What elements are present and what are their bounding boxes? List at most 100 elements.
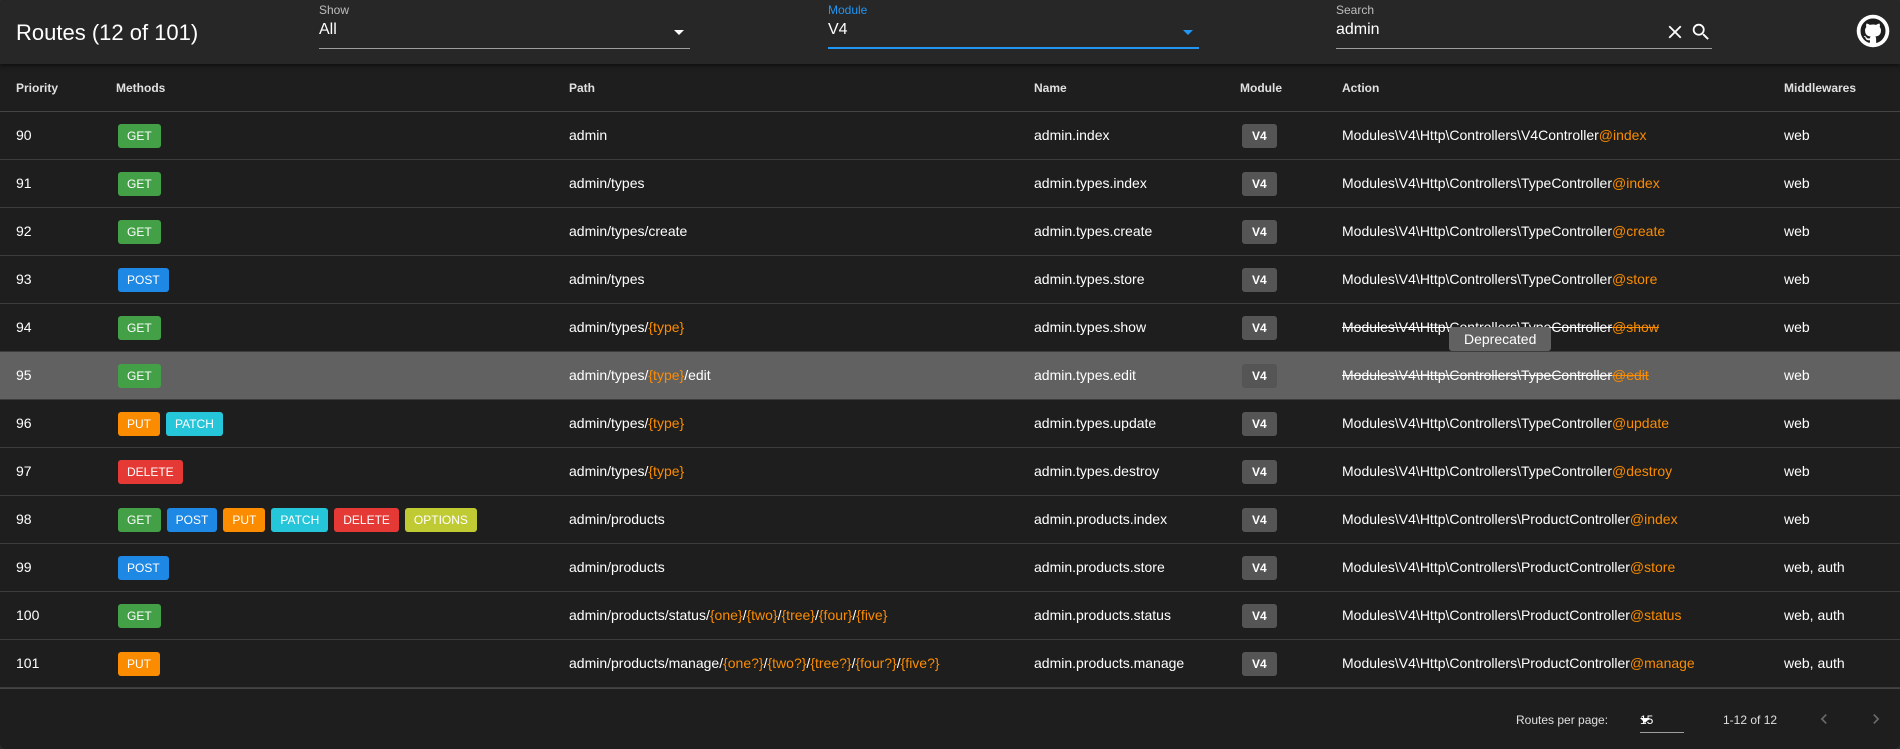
column-methods[interactable]: Methods [116,81,165,95]
priority-cell: 97 [16,463,32,479]
methods-cell: GET [118,364,161,388]
module-cell: V4 [1242,556,1277,580]
module-cell: V4 [1242,604,1277,628]
module-badge: V4 [1242,604,1277,628]
action-method: @create [1612,223,1666,239]
path-cell: admin/products/manage/{one?}/{two?}/{tre… [569,655,940,671]
table-row[interactable]: 95 GET admin/types/{type}/edit admin.types.… [0,352,1900,400]
middlewares-cell: web [1784,175,1810,191]
middlewares-cell: web [1784,223,1810,239]
table-row[interactable]: 91 GET admin/types admin.types.index V4 Modul… [0,160,1900,208]
table-row[interactable]: 90 GET admin admin.index V4 Modules\V4\Http\C… [0,112,1900,160]
name-cell: admin.products.manage [1034,655,1185,671]
table-row[interactable]: 92 GET admin/types/create admin.types.creat… [0,208,1900,256]
methods-cell: GET [118,604,161,628]
module-cell: V4 [1242,508,1277,532]
method-badge: PUT [118,652,160,676]
name-cell: admin.types.show [1034,319,1147,335]
module-badge: V4 [1242,364,1277,388]
rows-per-page-select[interactable]: 15 [1640,703,1684,733]
table-row[interactable]: 93 POST admin/types admin.types.store V4 Modu… [0,256,1900,304]
path-cell: admin/products [569,559,665,575]
pagination-footer: Routes per page: 15 1-12 of 12 [0,688,1900,749]
path-segment: admin/types/ [569,319,649,335]
column-module[interactable]: Module [1240,81,1282,95]
path-segment: admin/types [569,271,645,287]
path-cell: admin/types/{type} [569,463,684,479]
table-row[interactable]: 97 DELETE admin/types/{type} admin.types.de… [0,448,1900,496]
table-row[interactable]: 99 POST admin/products admin.products.store… [0,544,1900,592]
chevron-down-icon [1640,718,1650,723]
show-select-label: Show [319,3,350,17]
path-param: {five?} [900,655,940,671]
column-name[interactable]: Name [1034,81,1067,95]
path-cell: admin [569,127,607,143]
table-row[interactable]: 100 GET admin/products/status/{one}/{two}/… [0,592,1900,640]
chevron-left-icon[interactable] [1814,709,1834,729]
priority-cell: 98 [16,511,32,527]
method-badge: PATCH [271,508,329,532]
path-segment: admin/products/manage/ [569,655,724,671]
middlewares-cell: web, auth [1784,559,1845,575]
priority-cell: 96 [16,415,32,431]
module-badge: V4 [1242,316,1277,340]
action-method: @index [1598,127,1647,143]
method-badge: POST [118,268,169,292]
column-action[interactable]: Action [1342,81,1379,95]
action-controller: Modules\V4\Http\Controllers\ProductContr… [1342,511,1630,527]
action-cell: Modules\V4\Http\Controllers\TypeControll… [1342,223,1665,239]
path-param: {tree} [781,607,815,623]
show-select[interactable]: Show All [319,3,690,49]
table-row[interactable]: 94 GET admin/types/{type} admin.types.show V… [0,304,1900,352]
close-icon[interactable] [1664,21,1686,43]
column-priority[interactable]: Priority [16,81,58,95]
name-cell: admin.types.update [1034,415,1157,431]
table-row[interactable]: 98 GET POST PUT PATCH DELETE OPTIONS admin/prod… [0,496,1900,544]
path-param: {type} [648,463,685,479]
chevron-down-icon [674,30,684,35]
path-segment: admin/products [569,559,665,575]
path-cell: admin/types [569,175,644,191]
action-method: @destroy [1612,463,1673,479]
column-middlewares[interactable]: Middlewares [1784,81,1856,95]
method-badge: PUT [223,508,266,532]
action-method: @show [1612,319,1659,335]
name-cell: admin.types.store [1034,271,1145,287]
search-icon[interactable] [1690,21,1712,43]
search-field-label: Search [1336,3,1375,17]
module-badge: V4 [1242,268,1277,292]
path-param: {five} [856,607,888,623]
path-param: {four?} [855,655,897,671]
path-param: {two?} [767,655,807,671]
github-icon[interactable] [1856,14,1890,48]
path-segment: admin/products/status/ [569,607,710,623]
column-path[interactable]: Path [569,81,595,95]
table-row[interactable]: 101 PUT admin/products/manage/{one?}/{two?… [0,640,1900,688]
method-badge: GET [118,172,161,196]
rows-per-page-label: Routes per page: [1516,713,1609,727]
module-select[interactable]: Module V4 [828,3,1199,49]
chevron-right-icon[interactable] [1866,709,1886,729]
path-cell: admin/types/create [569,223,687,239]
table-row[interactable]: 96 PUT PATCH admin/types/{type} admin.types.… [0,400,1900,448]
method-badge: GET [118,604,161,628]
middlewares-cell: web [1784,367,1810,383]
path-param: {four} [818,607,853,623]
priority-cell: 94 [16,319,32,335]
action-controller: Modules\V4\Http\Controllers\TypeControll… [1342,175,1613,191]
middlewares-cell: web [1784,271,1810,287]
methods-cell: PUT [118,652,160,676]
action-controller: Modules\V4\Http\Controllers\TypeControll… [1342,463,1613,479]
module-badge: V4 [1242,508,1277,532]
module-badge: V4 [1242,220,1277,244]
path-param: {type} [648,367,685,383]
action-cell: Modules\V4\Http\Controllers\V4Controller… [1342,127,1646,143]
path-segment: admin/types/ [569,415,649,431]
path-cell: admin/products/status/{one}/{two}/{tree}… [569,607,887,623]
action-method: @index [1612,175,1660,191]
search-field[interactable]: Search admin [1336,3,1712,49]
method-badge: GET [118,364,161,388]
path-cell: admin/products [569,511,665,527]
search-input[interactable]: admin [1336,21,1380,39]
path-param: {one} [709,607,743,623]
